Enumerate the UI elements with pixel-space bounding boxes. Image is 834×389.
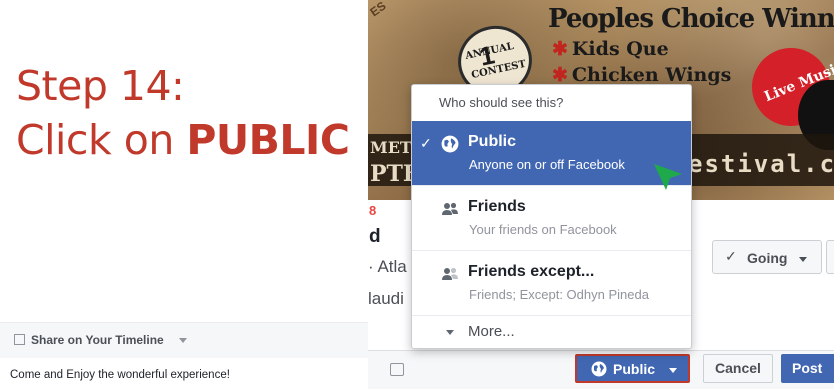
menu-item-subtitle: Friends; Except: Odhyn Pineda	[469, 287, 649, 302]
menu-item-subtitle: Your friends on Facebook	[469, 222, 617, 237]
chevron-down-icon[interactable]	[179, 338, 187, 343]
star-icon: ✱	[552, 64, 568, 86]
going-label: Going	[747, 250, 788, 266]
cancel-button[interactable]: Cancel	[703, 354, 773, 383]
step-title: Step 14:	[16, 62, 185, 110]
share-timeline-bar[interactable]: Share on Your Timeline	[0, 322, 368, 358]
menu-item-more[interactable]: More...	[468, 323, 515, 340]
step-instruction: Click on PUBLIC	[16, 116, 350, 164]
cover-headline: Peoples Choice Winners for:	[548, 4, 834, 34]
globe-icon	[591, 361, 607, 377]
menu-item-title: Public	[468, 133, 517, 150]
menu-header: Who should see this?	[439, 95, 564, 110]
edit-icon	[14, 334, 25, 345]
menu-item-subtitle: Anyone on or off Facebook	[469, 157, 625, 172]
post-text[interactable]: Come and Enjoy the wonderful experience!	[10, 369, 230, 381]
menu-item-friends[interactable]: Friends Your friends on Facebook	[412, 186, 691, 250]
check-icon: ✓	[420, 135, 432, 151]
cover-bullet: ✱ Chicken Wings	[552, 64, 731, 86]
friends-icon	[442, 202, 458, 215]
menu-item-public[interactable]: ✓ Public Anyone on or off Facebook	[412, 121, 691, 185]
check-icon: ✓	[725, 248, 737, 264]
cover-bullet-text: Kids Que	[571, 38, 669, 60]
event-title: d	[369, 226, 381, 247]
menu-item-title: Friends except...	[468, 263, 595, 280]
menu-divider	[412, 315, 691, 316]
menu-item-friends-except[interactable]: Friends except... Friends; Except: Odhyn…	[412, 251, 691, 315]
seal-text-contest: CONTEST	[470, 58, 528, 82]
chevron-down-icon	[799, 257, 807, 262]
pointer-arrow-icon	[654, 164, 682, 190]
share-button-partial[interactable]	[826, 240, 834, 274]
menu-item-title: Friends	[468, 198, 526, 215]
cover-bullet: ✱ Kids Que	[552, 38, 669, 60]
star-icon: ✱	[552, 38, 568, 60]
event-host: laudi	[368, 289, 404, 308]
banner-website-text: estival.c	[688, 150, 834, 178]
audience-label: Public	[613, 361, 656, 377]
audience-dropdown-menu: Who should see this? ✓ Public Anyone on …	[411, 84, 692, 349]
share-timeline-label: Share on Your Timeline	[31, 333, 164, 347]
going-button[interactable]: ✓ Going	[712, 240, 822, 274]
event-location: · Atla	[368, 257, 407, 276]
friends-except-icon	[442, 267, 458, 280]
instruction-prefix: Click on	[16, 116, 187, 164]
photo-attach-icon[interactable]	[390, 363, 404, 376]
post-button[interactable]: Post	[781, 354, 834, 383]
audience-selector-button[interactable]: Public	[575, 354, 690, 383]
globe-icon	[441, 135, 459, 153]
chevron-down-icon	[669, 368, 677, 373]
caret-down-icon	[446, 330, 454, 335]
event-date: 8	[369, 203, 377, 218]
instruction-emphasis: PUBLIC	[186, 116, 350, 164]
cover-bullet-text: Chicken Wings	[571, 64, 732, 86]
